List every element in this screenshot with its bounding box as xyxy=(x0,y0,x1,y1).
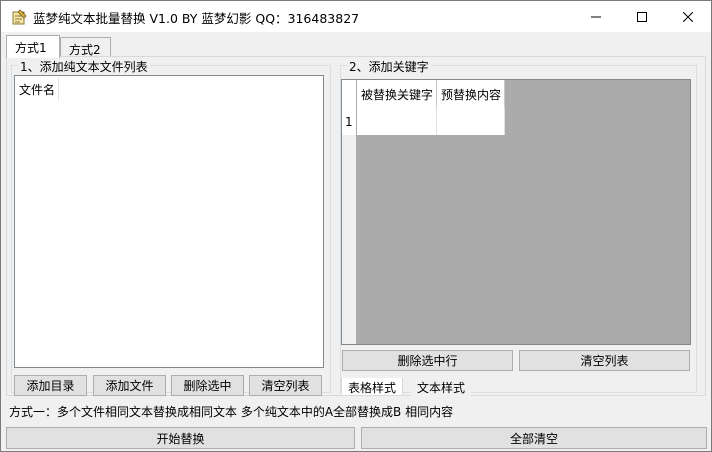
delete-selected-button[interactable]: 删除选中 xyxy=(171,375,244,396)
clear-keyword-list-button[interactable]: 清空列表 xyxy=(519,350,690,371)
keyword-grid-body: 被替换关键字 预替换内容 1 xyxy=(342,80,690,344)
column-header-search[interactable]: 被替换关键字 xyxy=(357,80,437,107)
tab-table-style[interactable]: 表格样式 xyxy=(341,378,404,396)
grid-cell-search[interactable] xyxy=(357,107,437,135)
app-window: 蓝梦纯文本批量替换 V1.0 BY 蓝梦幻影 QQ：316483827 方式1 … xyxy=(0,0,712,452)
add-directory-button[interactable]: 添加目录 xyxy=(14,375,87,396)
minimize-button[interactable] xyxy=(573,1,619,32)
tab-mode-2[interactable]: 方式2 xyxy=(60,37,111,57)
grid-cell-replace[interactable] xyxy=(437,107,505,135)
file-list[interactable]: 文件名 xyxy=(14,75,324,368)
maximize-icon xyxy=(637,11,647,22)
file-name-column-header[interactable]: 文件名 xyxy=(16,77,60,101)
notepad-icon xyxy=(11,9,27,25)
title-bar[interactable]: 蓝梦纯文本批量替换 V1.0 BY 蓝梦幻影 QQ：316483827 xyxy=(1,1,711,32)
add-file-button[interactable]: 添加文件 xyxy=(93,375,166,396)
keyword-grid[interactable]: 被替换关键字 预替换内容 1 xyxy=(341,79,691,345)
maximize-button[interactable] xyxy=(619,1,665,32)
delete-selected-row-button[interactable]: 删除选中行 xyxy=(342,350,513,371)
file-list-group-label: 1、添加纯文本文件列表 xyxy=(18,58,150,75)
close-button[interactable] xyxy=(665,1,711,32)
clear-file-list-button[interactable]: 清空列表 xyxy=(249,375,322,396)
grid-corner xyxy=(342,80,356,107)
close-icon xyxy=(683,11,693,22)
column-header-replace[interactable]: 预替换内容 xyxy=(437,80,505,107)
minimize-icon xyxy=(591,12,601,22)
keyword-group-label: 2、添加关键字 xyxy=(347,58,431,75)
row-header-empty xyxy=(342,135,356,344)
clear-all-button[interactable]: 全部清空 xyxy=(361,427,707,449)
tab-mode-1[interactable]: 方式1 xyxy=(6,35,60,58)
start-replace-button[interactable]: 开始替换 xyxy=(6,427,355,449)
row-header[interactable]: 1 xyxy=(342,107,356,135)
mode-description: 方式一：多个文件相同文本替换成相同文本 多个纯文本中的A全部替换成B 相同内容 xyxy=(9,405,454,419)
window-title: 蓝梦纯文本批量替换 V1.0 BY 蓝梦幻影 QQ：316483827 xyxy=(33,11,360,26)
tab-text-style[interactable]: 文本样式 xyxy=(411,378,472,396)
